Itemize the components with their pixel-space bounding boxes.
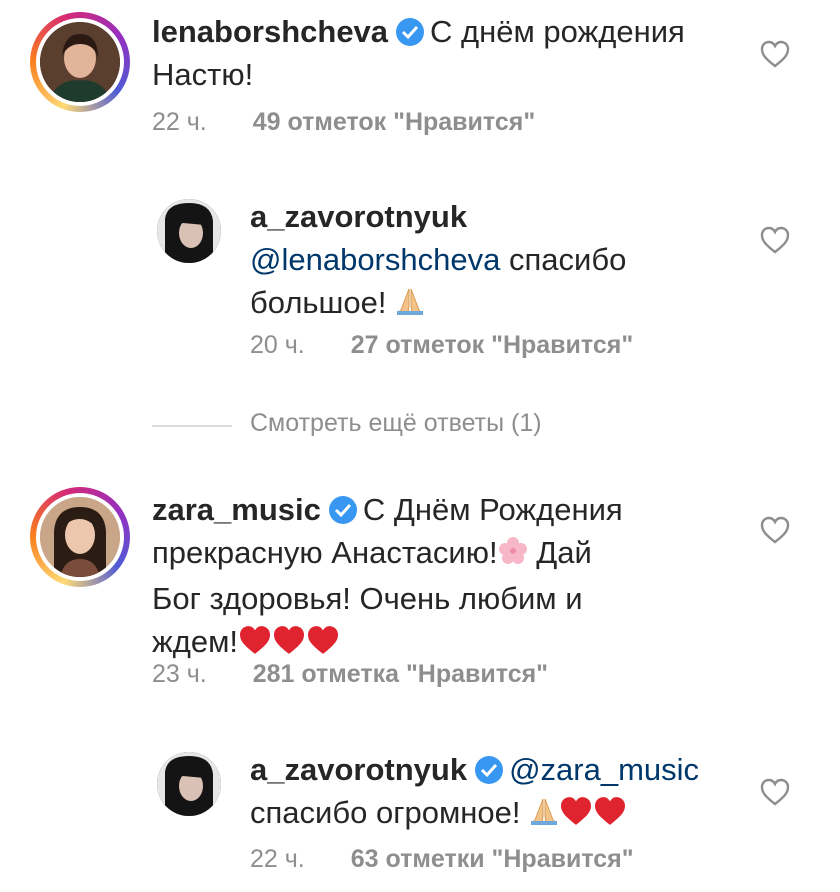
praying-hands-icon	[395, 284, 425, 327]
divider-line	[152, 425, 232, 427]
verified-icon	[475, 756, 504, 784]
comment-meta: 22 ч. 49 отметок "Нравится"	[152, 108, 535, 137]
comment-text: Бог здоровья! Очень любим и	[152, 581, 583, 616]
comment-text: спасибо	[500, 242, 627, 277]
avatar-photo	[157, 752, 221, 816]
like-heart-icon[interactable]	[760, 516, 790, 544]
avatar-photo	[40, 22, 120, 102]
likes-count-link[interactable]: 27 отметок "Нравится"	[351, 331, 633, 359]
verified-icon	[396, 18, 425, 46]
comment-meta: 20 ч. 27 отметок "Нравится"	[250, 331, 633, 360]
username-link[interactable]: a_zavorotnyuk	[250, 199, 467, 234]
comment-body: a_zavorotnyuk @zara_music спасибо огромно…	[250, 748, 750, 837]
likes-count-link[interactable]: 63 отметки "Нравится"	[351, 845, 634, 873]
avatar-a-zavorotnyuk[interactable]	[157, 199, 221, 263]
comment-text: прекрасную Анастасию!	[152, 535, 498, 570]
avatar-lenaborshcheva[interactable]	[40, 22, 120, 102]
praying-hands-icon	[529, 794, 559, 837]
comment-time: 22 ч.	[250, 845, 305, 873]
comment-time: 22 ч.	[152, 108, 207, 136]
avatar-a-zavorotnyuk[interactable]	[157, 752, 221, 816]
comment-meta: 22 ч. 63 отметки "Нравится"	[250, 845, 634, 874]
mention-link[interactable]: @lenaborshcheva	[250, 242, 500, 277]
cherry-blossom-icon	[498, 534, 528, 577]
mention-link[interactable]: @zara_music	[509, 752, 699, 787]
comment-time: 23 ч.	[152, 660, 207, 688]
avatar-photo	[157, 199, 221, 263]
likes-count-link[interactable]: 281 отметка "Нравится"	[253, 660, 548, 688]
comment-text: большое!	[250, 285, 387, 320]
avatar-photo	[40, 497, 120, 577]
red-heart-icon	[593, 794, 627, 837]
comment-meta: 23 ч. 281 отметка "Нравится"	[152, 660, 548, 689]
comment-body: lenaborshcheva С днём рождения Настю!	[152, 10, 742, 96]
comment-text: С Днём Рождения	[362, 492, 623, 527]
comment-time: 20 ч.	[250, 331, 305, 359]
verified-icon	[328, 496, 357, 524]
comment-text: спасибо огромное!	[250, 795, 521, 830]
likes-count-link[interactable]: 49 отметок "Нравится"	[253, 108, 535, 136]
like-heart-icon[interactable]	[760, 778, 790, 806]
like-heart-icon[interactable]	[760, 226, 790, 254]
comment-text: Дай	[527, 535, 592, 570]
username-link[interactable]: lenaborshcheva	[152, 14, 388, 49]
red-heart-icon	[559, 794, 593, 837]
like-heart-icon[interactable]	[760, 40, 790, 68]
comment-body: a_zavorotnyuk @lenaborshcheva спасибо бо…	[250, 195, 720, 327]
view-more-replies-label[interactable]: Смотреть ещё ответы (1)	[250, 409, 542, 438]
comment-text: ждем!	[152, 624, 238, 659]
username-link[interactable]: zara_music	[152, 492, 321, 527]
avatar-zara-music[interactable]	[40, 497, 120, 577]
comment-body: zara_music С Днём Рождения прекрасную Ана…	[152, 488, 752, 666]
username-link[interactable]: a_zavorotnyuk	[250, 752, 467, 787]
view-more-replies[interactable]: Смотреть ещё ответы (1)	[152, 407, 652, 447]
